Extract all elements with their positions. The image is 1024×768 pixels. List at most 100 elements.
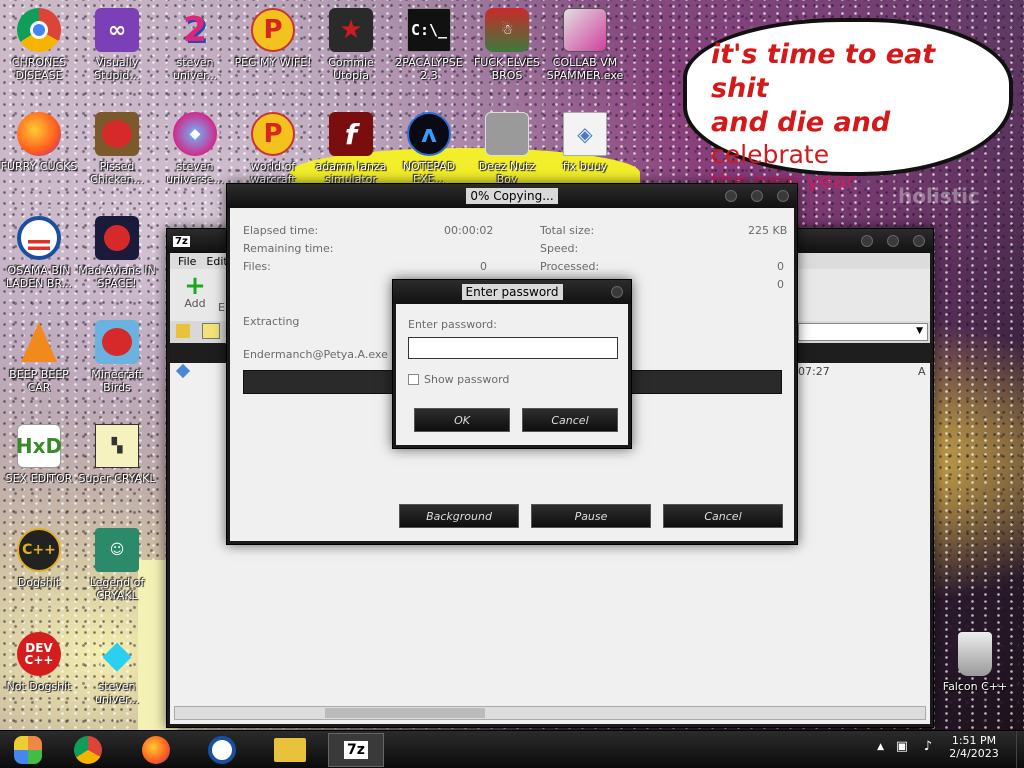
extract-button[interactable]: E	[218, 301, 225, 314]
horizontal-scrollbar[interactable]	[174, 706, 926, 720]
ok-button[interactable]: OK	[414, 408, 510, 432]
menu-edit[interactable]: Edit	[206, 255, 227, 268]
scrollbar-thumb[interactable]	[325, 708, 485, 718]
taskbar: 7z ▲ ▣ ♪ 1:51 PM 2/4/2023	[0, 730, 1024, 768]
show-password-checkbox[interactable]	[408, 374, 419, 385]
hxd-icon: HxD	[16, 424, 62, 468]
desktop-icon-furry-cucks[interactable]: FURRY CUCKS	[0, 112, 78, 173]
desktop-icon-pissed-chicken[interactable]: Pissed Chicken...	[78, 112, 156, 186]
desktop-icon-notepad[interactable]: ʌ NOTEPAD EXE...	[390, 112, 468, 186]
chevron-up-icon[interactable]: ▲	[877, 742, 884, 752]
folder-up-icon[interactable]	[176, 324, 190, 338]
files-label: Files:	[243, 260, 271, 273]
volume-icon[interactable]: ♪	[924, 739, 932, 754]
desktop-icon-steven-universe-3[interactable]: ◆ steven univer...	[78, 631, 156, 707]
desktop-icon-steven-universe-2[interactable]: ◆ steven universe...	[156, 112, 234, 186]
browse-icon[interactable]	[202, 323, 220, 339]
dev-cpp-icon: DEV C++	[17, 632, 61, 676]
desktop-icon-fuck-elves-bros[interactable]: ☃ FUCK ELVES BROS	[468, 8, 546, 82]
desktop-icon-deez-nutz-boy[interactable]: Deez Nutz Boy	[468, 112, 546, 186]
desktop-icon-commie-utopia[interactable]: ★ Commie Utopia	[312, 8, 390, 82]
current-filename: Endermanch@Petya.A.exe	[243, 348, 388, 361]
desktop-icon-label: SEX EDITOR	[5, 472, 73, 485]
close-button[interactable]	[913, 235, 925, 247]
password-dialog-title-bar[interactable]: Enter password	[393, 280, 631, 304]
minimize-button[interactable]	[725, 190, 737, 202]
desktop-icon-dogshit[interactable]: C++ Dogshit	[0, 528, 78, 589]
password-dialog-body: Enter password: Show password OK Cancel	[396, 304, 628, 445]
desktop-icon-adamn-lanza[interactable]: f adamn lanza simulator	[312, 112, 390, 186]
desktop-icon-label: Pissed Chicken...	[90, 160, 144, 186]
desktop-icon-label: Mad Avians IN SPACE!	[78, 264, 156, 290]
desktop-icon-label: Not Dogshit	[6, 680, 72, 693]
desktop-icon-sex-editor[interactable]: HxD SEX EDITOR	[0, 424, 78, 485]
maximize-button[interactable]	[887, 235, 899, 247]
close-button[interactable]	[777, 190, 789, 202]
cancel-copy-button[interactable]: Cancel	[663, 504, 783, 528]
start-button[interactable]	[0, 733, 56, 767]
visual-studio-icon: ∞	[95, 8, 139, 52]
copy-dialog-title: 0% Copying...	[466, 188, 558, 204]
file-modified: 07:27	[798, 365, 830, 378]
close-button[interactable]	[611, 286, 623, 298]
diamond-icon: ◆	[102, 631, 132, 676]
network-icon[interactable]: ▣	[896, 739, 908, 754]
file-icon	[175, 363, 191, 379]
password-input[interactable]	[408, 337, 618, 359]
path-input[interactable]: ▼	[798, 323, 928, 341]
copy-icon	[485, 112, 529, 156]
desktop-icon-label: COLLAB VM SPAMMER.exe	[546, 56, 624, 82]
clock[interactable]: 1:51 PM 2/4/2023	[944, 734, 1004, 760]
desktop-icon-beep-beep-car[interactable]: BEEP BEEP CAR	[0, 320, 78, 394]
desktop-icon-label: steven univer...	[94, 680, 140, 706]
desktop-icon-visually-stupid[interactable]: ∞ Visually Stupid...	[78, 8, 156, 82]
desktop-icon-super-cryakl[interactable]: ▚ Super CRYAKL	[78, 424, 156, 485]
plus-icon: +	[184, 271, 206, 301]
add-button[interactable]: + Add	[180, 271, 210, 310]
desktop-icon-world-of-warcraft[interactable]: P world of warcraft	[234, 112, 312, 186]
desktop-icon-label: Dogshit	[17, 576, 61, 589]
chrome-icon	[74, 736, 102, 764]
minimize-button[interactable]	[861, 235, 873, 247]
desktop-icon-not-dogshit[interactable]: DEV C++ Not Dogshit	[0, 632, 78, 693]
taskbar-7zip[interactable]: 7z	[328, 733, 384, 767]
desktop-icon-label: Minecraft Birds	[91, 368, 143, 394]
chrome-icon	[17, 8, 61, 52]
files-value: 0	[480, 260, 487, 273]
taskbar-obama[interactable]	[194, 733, 250, 767]
window-stack-icon	[563, 8, 607, 52]
cancel-button[interactable]: Cancel	[522, 408, 618, 432]
show-desktop-button[interactable]	[1016, 731, 1024, 768]
firefox-icon	[17, 112, 61, 156]
copy-dialog-title-bar[interactable]: 0% Copying...	[227, 184, 797, 208]
desktop-icon-fix-buuy[interactable]: ◈ fix buuy	[546, 112, 624, 173]
taskbar-chrome[interactable]	[60, 733, 116, 767]
angry-bird-icon	[95, 320, 139, 364]
desktop-icon-osama[interactable]: OSAMA BIN LADEN BR...	[0, 216, 78, 290]
desktop-icon-collab-vm-spammer[interactable]: COLLAB VM SPAMMER.exe	[546, 8, 624, 82]
vlc-cone-icon	[17, 320, 61, 364]
desktop-icon-minecraft-birds[interactable]: Minecraft Birds	[78, 320, 156, 394]
file-explorer-icon	[274, 738, 306, 762]
remaining-time-label: Remaining time:	[243, 242, 334, 255]
desktop-icon-falcon-cpp[interactable]: Falcon C++	[936, 632, 1014, 693]
desktop-icon-label: steven univer...	[172, 56, 218, 82]
menu-file[interactable]: File	[178, 255, 196, 268]
desktop-icon-2pacalypse[interactable]: C:\_ 2PACALYPSE 2.3	[390, 8, 468, 82]
maximize-button[interactable]	[751, 190, 763, 202]
background-button[interactable]: Background	[399, 504, 519, 528]
elapsed-time-value: 00:00:02	[444, 224, 494, 237]
speed-label: Speed:	[540, 242, 579, 255]
bubble-line-2-plain: celebrate	[711, 140, 830, 169]
desktop-icon-mad-avians[interactable]: Mad Avians IN SPACE!	[78, 216, 156, 290]
pause-button[interactable]: Pause	[531, 504, 651, 528]
desktop-icon-label: Commie Utopia	[328, 56, 374, 82]
desktop-icon-legend-of-cryakl[interactable]: ☺ Legend of CRYAKL	[78, 528, 156, 602]
taskbar-file-explorer[interactable]	[262, 733, 318, 767]
desktop-icon-peg-my-wife[interactable]: P PEG MY WIFE!	[234, 8, 312, 69]
taskbar-firefox[interactable]	[128, 733, 184, 767]
notepad-icon: ʌ	[407, 112, 451, 156]
desktop-icon-steven-universe-1[interactable]: 2 steven univer...	[156, 8, 234, 83]
firefox-icon	[142, 736, 170, 764]
desktop-icon-chrones-disease[interactable]: CHRONES DISEASE	[0, 8, 78, 82]
